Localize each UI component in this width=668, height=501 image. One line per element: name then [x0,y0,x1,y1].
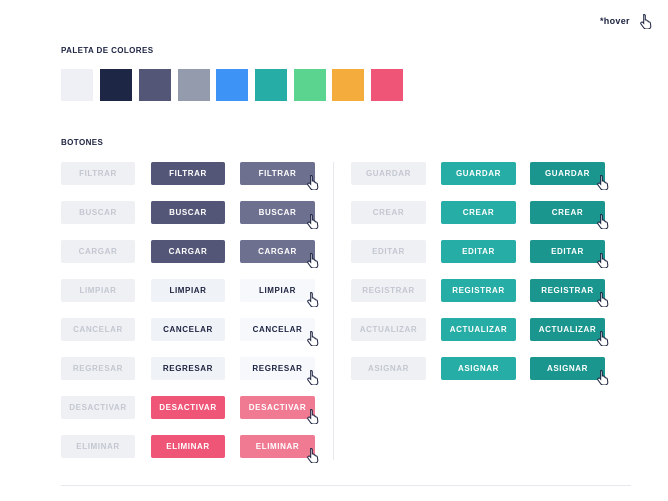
color-swatch [100,69,132,101]
filtrar-button[interactable]: FILTRAR [240,162,315,185]
eliminar-button[interactable]: ELIMINAR [151,435,225,458]
cargar-button[interactable]: CARGAR [151,240,225,263]
desactivar-button[interactable]: DESACTIVAR [61,396,135,419]
bottom-divider [61,485,631,486]
desactivar-button[interactable]: DESACTIVAR [151,396,225,419]
actualizar-button[interactable]: ACTUALIZAR [351,318,426,341]
hover-legend-label: *hover [600,16,630,26]
color-swatch [371,69,403,101]
cargar-button[interactable]: CARGAR [61,240,135,263]
column-divider [333,162,334,460]
color-swatch [61,69,93,101]
asignar-button[interactable]: ASIGNAR [441,357,516,380]
palette-title: PALETA DE COLORES [61,46,154,55]
buscar-button[interactable]: BUSCAR [61,201,135,224]
guardar-button[interactable]: GUARDAR [530,162,605,185]
registrar-button[interactable]: REGISTRAR [441,279,516,302]
buscar-button[interactable]: BUSCAR [240,201,315,224]
cancelar-button[interactable]: CANCELAR [240,318,315,341]
editar-button[interactable]: EDITAR [351,240,426,263]
asignar-button[interactable]: ASIGNAR [530,357,605,380]
regresar-button[interactable]: REGRESAR [151,357,225,380]
desactivar-button[interactable]: DESACTIVAR [240,396,315,419]
limpiar-button[interactable]: LIMPIAR [61,279,135,302]
color-swatch [216,69,248,101]
editar-button[interactable]: EDITAR [441,240,516,263]
cargar-button[interactable]: CARGAR [240,240,315,263]
crear-button[interactable]: CREAR [530,201,605,224]
regresar-button[interactable]: REGRESAR [61,357,135,380]
color-swatch [332,69,364,101]
crear-button[interactable]: CREAR [351,201,426,224]
limpiar-button[interactable]: LIMPIAR [240,279,315,302]
crear-button[interactable]: CREAR [441,201,516,224]
cancelar-button[interactable]: CANCELAR [151,318,225,341]
color-swatch [139,69,171,101]
registrar-button[interactable]: REGISTRAR [351,279,426,302]
limpiar-button[interactable]: LIMPIAR [151,279,225,302]
regresar-button[interactable]: REGRESAR [240,357,315,380]
guardar-button[interactable]: GUARDAR [441,162,516,185]
editar-button[interactable]: EDITAR [530,240,605,263]
actualizar-button[interactable]: ACTUALIZAR [530,318,605,341]
buscar-button[interactable]: BUSCAR [151,201,225,224]
registrar-button[interactable]: REGISTRAR [530,279,605,302]
filtrar-button[interactable]: FILTRAR [61,162,135,185]
guardar-button[interactable]: GUARDAR [351,162,426,185]
asignar-button[interactable]: ASIGNAR [351,357,426,380]
cancelar-button[interactable]: CANCELAR [61,318,135,341]
filtrar-button[interactable]: FILTRAR [151,162,225,185]
color-swatch [294,69,326,101]
color-swatch [255,69,287,101]
eliminar-button[interactable]: ELIMINAR [61,435,135,458]
actualizar-button[interactable]: ACTUALIZAR [441,318,516,341]
eliminar-button[interactable]: ELIMINAR [240,435,315,458]
buttons-title: BOTONES [61,138,104,147]
color-swatch [178,69,210,101]
hand-pointer-icon [640,13,652,29]
